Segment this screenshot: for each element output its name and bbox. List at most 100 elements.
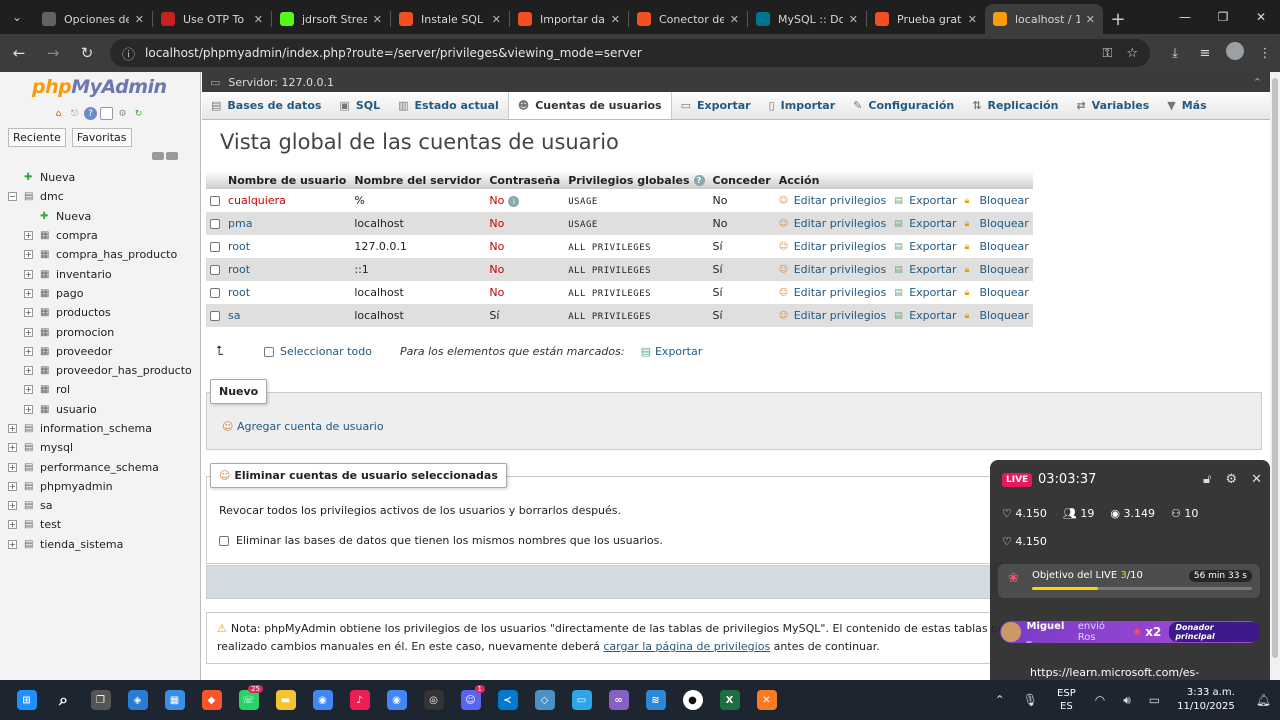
tab-favorites[interactable]: Favoritas <box>71 128 132 147</box>
expand-icon[interactable]: + <box>8 539 17 549</box>
clock[interactable]: 3:33 a.m. 11/10/2025 <box>1177 686 1235 714</box>
expand-icon[interactable]: + <box>8 501 17 511</box>
row-checkbox[interactable] <box>210 311 220 321</box>
tree-item-label[interactable]: productos <box>56 306 111 319</box>
phpmyadmin-logo[interactable]: phpMyAdmin <box>32 76 167 98</box>
tree-table-item[interactable]: + ▦ proveedor_has_producto <box>0 361 200 380</box>
tree-database-item[interactable]: + ▤ information_schema <box>0 419 200 438</box>
browser-tab[interactable]: Use OTP To F ✕ <box>153 4 271 34</box>
tab-variables[interactable]: ⇄ Variables <box>1067 92 1158 119</box>
export-user-link[interactable]: ▤ Exportar <box>894 263 956 276</box>
export-user-link[interactable]: ▤ Exportar <box>894 240 956 253</box>
close-tab-icon[interactable]: ✕ <box>135 13 144 26</box>
browser-tab[interactable]: Opciones de ✕ <box>34 4 152 34</box>
info-icon[interactable]: i <box>508 195 520 207</box>
tree-item-label[interactable]: information_schema <box>40 422 152 435</box>
tree-item-label[interactable]: proveedor <box>56 345 112 358</box>
minimize-icon[interactable]: — <box>1166 0 1204 34</box>
windows-start-icon[interactable]: ⊞ <box>8 680 45 720</box>
export-user-link[interactable]: ▤ Exportar <box>894 194 956 207</box>
copilot-icon[interactable]: ◈ <box>119 680 156 720</box>
expand-icon[interactable]: + <box>24 288 33 298</box>
tree-database-item[interactable]: + ▤ tienda_sistema <box>0 535 200 554</box>
excel-icon[interactable]: X <box>711 680 748 720</box>
tree-item-label[interactable]: dmc <box>40 190 64 203</box>
tree-database-item[interactable]: − ▤ dmc <box>0 187 200 206</box>
password-key-icon[interactable]: ⚿ <box>1102 46 1112 61</box>
row-checkbox[interactable] <box>210 242 220 252</box>
discord-icon[interactable]: ☺ 1 <box>452 680 489 720</box>
monitor-icon[interactable]: ▭ <box>563 680 600 720</box>
site-info-icon[interactable]: ⓘ <box>122 44 135 63</box>
row-checkbox[interactable] <box>210 219 220 229</box>
download-icon[interactable]: ⤓ <box>1160 46 1190 61</box>
tab-chevron-down[interactable]: ▼ Más <box>1158 92 1215 119</box>
media-control-icon[interactable]: ≡ <box>1190 46 1220 61</box>
collapse-icon[interactable]: − <box>8 192 17 202</box>
tree-item-label[interactable]: proveedor_has_producto <box>56 364 192 377</box>
tiktok-icon[interactable]: ♪ <box>341 680 378 720</box>
browser-tab[interactable]: Instale SQL S ✕ <box>391 4 509 34</box>
header-username[interactable]: Nombre de usuario <box>224 171 351 189</box>
tree-table-item[interactable]: + ▦ inventario <box>0 264 200 283</box>
chrome-icon[interactable]: ◉ <box>304 680 341 720</box>
close-window-icon[interactable]: ✕ <box>1242 0 1280 34</box>
brave-icon[interactable]: ◆ <box>193 680 230 720</box>
tab-sql[interactable]: ▣ SQL <box>330 92 389 119</box>
lock-icon[interactable]: 🔓︎ <box>1203 472 1211 487</box>
edit-privileges-link[interactable]: ☺ Editar privilegios <box>779 263 887 276</box>
browser-tab[interactable]: MySQL :: Dow ✕ <box>748 4 866 34</box>
export-selected-button[interactable]: Exportar <box>655 345 702 358</box>
expand-icon[interactable]: + <box>8 424 17 433</box>
edit-privileges-link[interactable]: ☺ Editar privilegios <box>779 286 887 299</box>
whatsapp-icon[interactable]: ☏ 25 <box>230 680 267 720</box>
tree-item-label[interactable]: usuario <box>56 403 97 416</box>
collapse-all-icon[interactable] <box>152 152 178 160</box>
select-all-checkbox[interactable] <box>264 346 274 357</box>
task-view-icon[interactable]: ❐ <box>82 680 119 720</box>
browser-tab[interactable]: Conector de ✕ <box>629 4 747 34</box>
volume-icon[interactable]: 🔊︎ <box>1123 693 1131 708</box>
tree-database-item[interactable]: + ▤ test <box>0 515 200 534</box>
tree-table-item[interactable]: + ▦ rol <box>0 380 200 399</box>
tree-database-item[interactable]: + ▤ mysql <box>0 438 200 457</box>
tree-item-label[interactable]: Nueva <box>56 210 91 223</box>
forward-button[interactable]: → <box>38 38 68 68</box>
new-tab-button[interactable]: + <box>1103 4 1133 34</box>
home-icon[interactable]: ⌂ <box>52 107 65 120</box>
tab-search-icon[interactable]: ⌄ <box>0 0 34 34</box>
tab-import[interactable]: ▯ Importar <box>760 92 845 119</box>
close-tab-icon[interactable]: ✕ <box>1086 13 1095 26</box>
close-tab-icon[interactable]: ✕ <box>492 13 501 26</box>
battery-icon[interactable]: ▭ <box>1149 693 1160 707</box>
tree-item-label[interactable]: phpmyadmin <box>40 480 113 493</box>
github-icon[interactable]: ● <box>674 680 711 720</box>
export-user-link[interactable]: ▤ Exportar <box>894 217 956 230</box>
reload-nav-icon[interactable]: ↻ <box>132 107 145 120</box>
browser-tab[interactable]: Importar dat ✕ <box>510 4 628 34</box>
tree-item-label[interactable]: rol <box>56 383 70 396</box>
tree-table-item[interactable]: ✚ Nueva <box>0 207 200 226</box>
expand-icon[interactable]: + <box>24 366 33 376</box>
drop-db-label[interactable]: Eliminar las bases de datos que tienen l… <box>236 534 663 547</box>
expand-icon[interactable]: + <box>24 404 33 414</box>
chevron-up-icon[interactable]: ⌃ <box>995 693 1005 707</box>
expand-icon[interactable]: + <box>8 443 17 453</box>
expand-icon[interactable]: + <box>24 327 33 337</box>
edit-privileges-link[interactable]: ☺ Editar privilegios <box>779 217 887 230</box>
browser-tab[interactable]: Prueba gratu ✕ <box>867 4 985 34</box>
expand-icon[interactable]: + <box>8 481 17 491</box>
row-checkbox[interactable] <box>210 265 220 275</box>
tab-status[interactable]: ▥ Estado actual <box>389 92 508 119</box>
vscode-icon[interactable]: ≺ <box>489 680 526 720</box>
profile-avatar[interactable] <box>1220 42 1250 64</box>
tree-item-label[interactable]: sa <box>40 499 52 512</box>
expand-icon[interactable]: + <box>24 269 33 279</box>
lock-user-link[interactable]: 🔒︎ Bloquear <box>965 286 1029 299</box>
tree-item-label[interactable]: tienda_sistema <box>40 538 123 551</box>
logout-icon[interactable]: ⎋ <box>68 107 81 120</box>
lock-user-link[interactable]: 🔒︎ Bloquear <box>965 309 1029 322</box>
export-user-link[interactable]: ▤ Exportar <box>894 309 956 322</box>
tree-database-item[interactable]: + ▤ sa <box>0 496 200 515</box>
select-all-label[interactable]: Seleccionar todo <box>280 345 372 358</box>
